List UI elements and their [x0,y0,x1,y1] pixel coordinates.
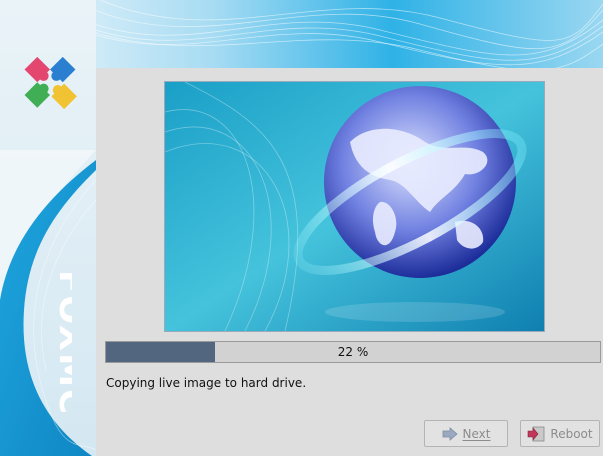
progress-percent-label: 22 % [337,345,369,359]
hero-globe-image [164,81,545,332]
arrow-right-icon [442,426,458,441]
reboot-icon [528,426,545,441]
brand-logo: FOXMC [30,262,91,432]
install-progress-bar: 22 % [105,341,601,363]
next-button-label: Next [462,426,491,441]
puzzle-logo-icon [8,55,92,139]
reboot-button[interactable]: Reboot [520,420,600,447]
svg-text:FOXMC: FOXMC [51,270,72,416]
reboot-button-label: Reboot [550,426,593,441]
status-message: Copying live image to hard drive. [106,376,307,390]
next-button[interactable]: Next [424,420,508,447]
